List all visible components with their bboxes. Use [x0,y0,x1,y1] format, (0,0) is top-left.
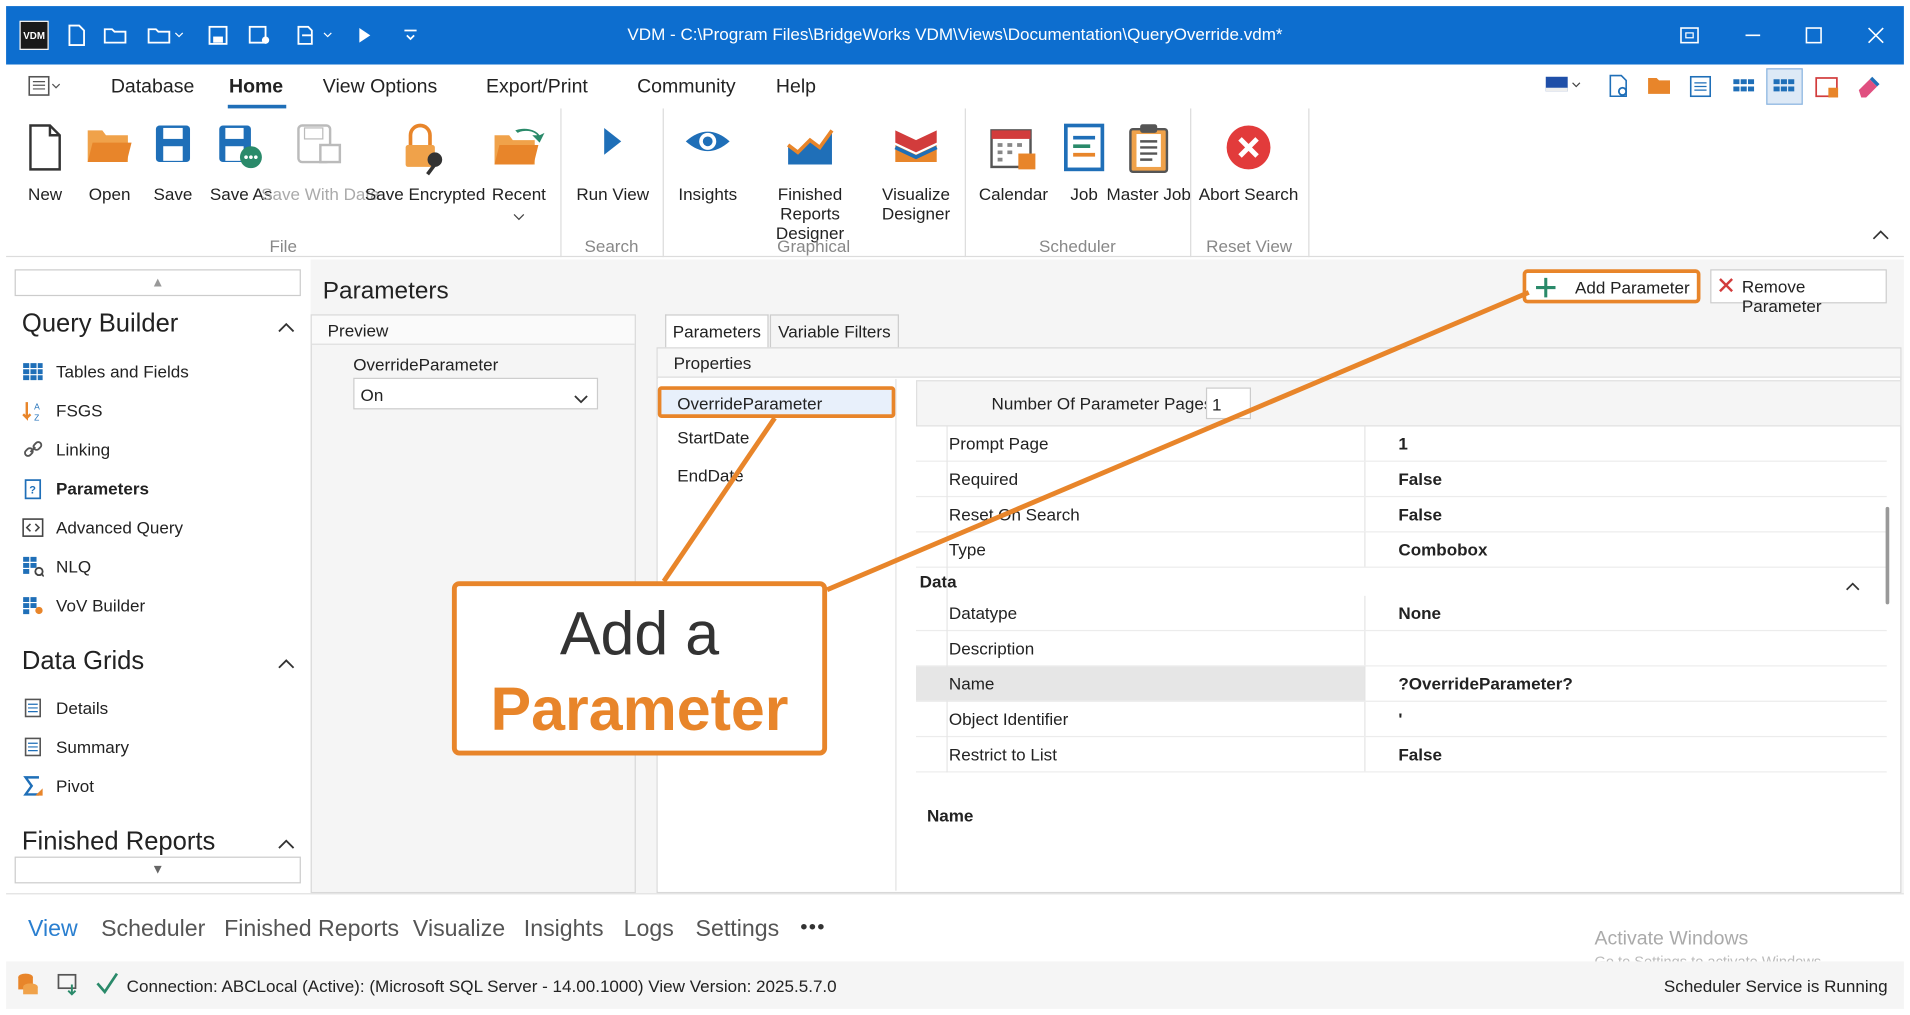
connection-status: Connection: ABCLocal (Active): (Microsof… [126,976,837,996]
bottom-tab-view[interactable]: View [28,916,78,943]
scheduler-status: Scheduler Service is Running [1663,976,1888,996]
database-icon [16,972,40,1000]
callout-line1: Add a [559,599,720,668]
download-icon [57,972,81,1000]
callout-line2: Parameter [490,675,789,744]
status-bar: Connection: ABCLocal (Active): (Microsof… [6,961,1904,1009]
bottom-tab-settings[interactable]: Settings [696,916,780,943]
activate-windows-title: Activate Windows [1594,928,1749,950]
checkmark-icon [95,971,119,999]
callout-connector-lines [661,290,1530,592]
bottom-tab-scheduler[interactable]: Scheduler [101,916,205,943]
bottom-tab-visualize[interactable]: Visualize [413,916,505,943]
bottom-tab-finished-reports[interactable]: Finished Reports [224,916,399,943]
bottom-tab-insights[interactable]: Insights [524,916,604,943]
more-options-icon[interactable]: ••• [800,915,825,939]
callout-box: Add a Parameter [451,581,828,756]
bottom-navigation: View Scheduler Finished Reports Visualiz… [6,893,1904,970]
bottom-tab-logs[interactable]: Logs [624,916,674,943]
